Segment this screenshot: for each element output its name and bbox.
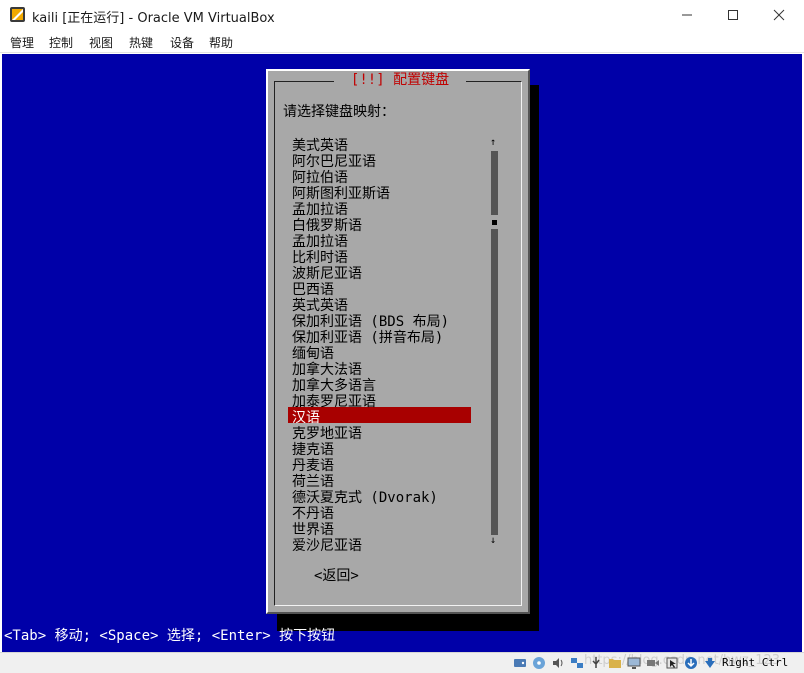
audio-icon[interactable]	[551, 656, 565, 670]
maximize-icon	[728, 10, 738, 20]
keymap-item[interactable]: 孟加拉语	[288, 231, 478, 250]
keymap-item[interactable]: 阿拉伯语	[288, 167, 478, 186]
key-hint-line: <Tab> 移动; <Space> 选择; <Enter> 按下按钮	[4, 628, 336, 644]
keymap-item[interactable]: 加泰罗尼亚语	[288, 391, 478, 410]
keymap-item[interactable]: 德沃夏克式 (Dvorak)	[288, 487, 478, 506]
dialog-title: [!!] 配置键盘	[334, 71, 466, 89]
keymap-item[interactable]: 阿尔巴尼亚语	[288, 151, 478, 170]
close-button[interactable]	[756, 0, 802, 30]
keymap-item[interactable]: 爱沙尼亚语	[288, 535, 478, 554]
display-icon[interactable]	[627, 656, 641, 670]
keymap-item[interactable]: 阿斯图利亚斯语	[288, 183, 478, 202]
menu-control[interactable]: 控制	[49, 34, 73, 51]
keymap-item[interactable]: 荷兰语	[288, 471, 478, 490]
maximize-button[interactable]	[710, 0, 756, 30]
window-title: kaili [正在运行] - Oracle VM VirtualBox	[32, 11, 275, 26]
menu-hotkeys[interactable]: 热键	[129, 34, 153, 51]
optical-drive-icon[interactable]	[532, 656, 546, 670]
menu-view[interactable]: 视图	[89, 34, 113, 51]
window-titlebar[interactable]: kaili [正在运行] - Oracle VM VirtualBox	[0, 0, 804, 30]
host-key-icon	[705, 658, 715, 668]
keymap-item[interactable]: 波斯尼亚语	[288, 263, 478, 282]
keymap-item[interactable]: 捷克语	[288, 439, 478, 458]
keymap-item-selected[interactable]: 汉语	[288, 407, 471, 426]
shared-folder-icon[interactable]	[608, 656, 622, 670]
network-icon[interactable]	[570, 656, 584, 670]
menu-help[interactable]: 帮助	[209, 34, 233, 51]
keymap-item[interactable]: 保加利亚语 (BDS 布局)	[288, 311, 478, 330]
dialog-prompt: 请选择键盘映射：	[283, 104, 395, 120]
keymap-item[interactable]: 加拿大多语言	[288, 375, 478, 394]
keyboard-capture-icon[interactable]	[684, 656, 698, 670]
keymap-list[interactable]: 美式英语 阿尔巴尼亚语 阿拉伯语 阿斯图利亚斯语 孟加拉语 白俄罗斯语 孟加拉语 比利时语 波斯…	[288, 135, 478, 554]
keymap-item[interactable]: 白俄罗斯语	[288, 215, 478, 234]
menu-bar: 管理 控制 视图 热键 设备 帮助	[0, 30, 804, 53]
keymap-item[interactable]: 克罗地亚语	[288, 423, 478, 442]
virtualbox-app-icon	[10, 7, 25, 22]
video-capture-icon[interactable]	[646, 656, 660, 670]
vbox-statusbar: https://blog.csdn.net/hwz_123 Right Ctrl	[0, 652, 804, 673]
keymap-item[interactable]: 比利时语	[288, 247, 478, 266]
scrollbar-thumb[interactable]	[491, 215, 498, 229]
usb-icon[interactable]	[589, 656, 603, 670]
menu-manage[interactable]: 管理	[10, 34, 34, 51]
close-icon	[773, 9, 785, 21]
keymap-item[interactable]: 英式英语	[288, 295, 478, 314]
scroll-down-arrow[interactable]: ↓	[490, 535, 496, 546]
keymap-item[interactable]: 保加利亚语 (拼音布局)	[288, 327, 478, 346]
keyboard-config-dialog: [!!] 配置键盘 请选择键盘映射： 美式英语 阿尔巴尼亚语 阿拉伯语 阿斯图利亚斯语…	[266, 69, 530, 614]
scroll-up-arrow[interactable]: ↑	[490, 137, 496, 148]
keymap-item[interactable]: 世界语	[288, 519, 478, 538]
minimize-icon	[682, 14, 692, 16]
vm-screen[interactable]: [!!] 配置键盘 请选择键盘映射： 美式英语 阿尔巴尼亚语 阿拉伯语 阿斯图利亚斯语…	[2, 54, 802, 652]
host-key-label: Right Ctrl	[722, 656, 789, 669]
keymap-item[interactable]: 丹麦语	[288, 455, 478, 474]
hard-disk-icon[interactable]	[513, 656, 527, 670]
keymap-item[interactable]: 巴西语	[288, 279, 478, 298]
keymap-item[interactable]: 加拿大法语	[288, 359, 478, 378]
scrollbar-track[interactable]	[491, 151, 498, 535]
keymap-item[interactable]: 美式英语	[288, 135, 478, 154]
minimize-button[interactable]	[664, 0, 710, 30]
back-button[interactable]: <返回>	[314, 567, 359, 585]
mouse-integration-icon[interactable]	[665, 656, 679, 670]
menu-devices[interactable]: 设备	[170, 34, 194, 51]
